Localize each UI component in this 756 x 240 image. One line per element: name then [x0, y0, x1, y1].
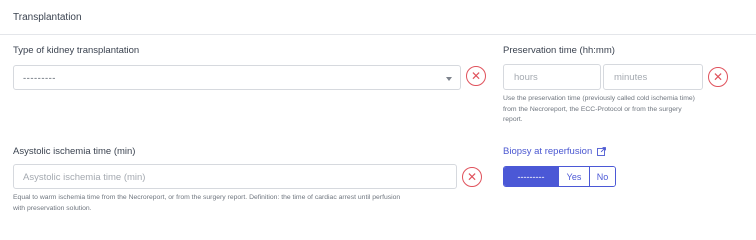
biopsy-option-no[interactable]: No	[589, 167, 615, 186]
preservation-hours-input[interactable]: hours	[503, 64, 601, 90]
section-title: Transplantation	[13, 12, 82, 23]
preservation-clear-button[interactable]: ✕	[708, 67, 728, 87]
preservation-time-label: Preservation time (hh:mm)	[503, 45, 615, 56]
biopsy-segmented-control: --------- Yes No	[503, 166, 616, 187]
biopsy-option-yes[interactable]: Yes	[558, 167, 589, 186]
preservation-minutes-placeholder: minutes	[614, 72, 648, 83]
close-icon: ✕	[712, 70, 724, 84]
biopsy-option-none[interactable]: ---------	[504, 167, 558, 186]
preservation-hours-placeholder: hours	[514, 72, 538, 83]
section-divider	[0, 34, 756, 35]
asystolic-ischemia-input[interactable]: Asystolic ischemia time (min)	[13, 164, 457, 189]
asystolic-clear-button[interactable]: ✕	[462, 167, 482, 187]
preservation-minutes-input[interactable]: minutes	[603, 64, 703, 90]
biopsy-reperfusion-label: Biopsy at reperfusion	[503, 146, 593, 157]
asystolic-help-text: Equal to warm ischemia time from the Nec…	[13, 194, 401, 212]
close-icon: ✕	[466, 170, 478, 184]
chevron-down-icon	[446, 77, 452, 81]
preservation-help-text: Use the preservation time (previously ca…	[503, 95, 695, 123]
kidney-type-select[interactable]: ---------	[13, 65, 461, 90]
kidney-type-clear-button[interactable]: ✕	[466, 66, 486, 86]
asystolic-ischemia-label: Asystolic ischemia time (min)	[13, 146, 136, 157]
kidney-type-label: Type of kidney transplantation	[13, 45, 140, 56]
kidney-type-value: ---------	[23, 73, 56, 84]
biopsy-reperfusion-link[interactable]: Biopsy at reperfusion	[503, 146, 607, 157]
close-icon: ✕	[470, 69, 482, 83]
asystolic-ischemia-placeholder: Asystolic ischemia time (min)	[23, 172, 146, 183]
external-link-icon	[597, 147, 607, 156]
